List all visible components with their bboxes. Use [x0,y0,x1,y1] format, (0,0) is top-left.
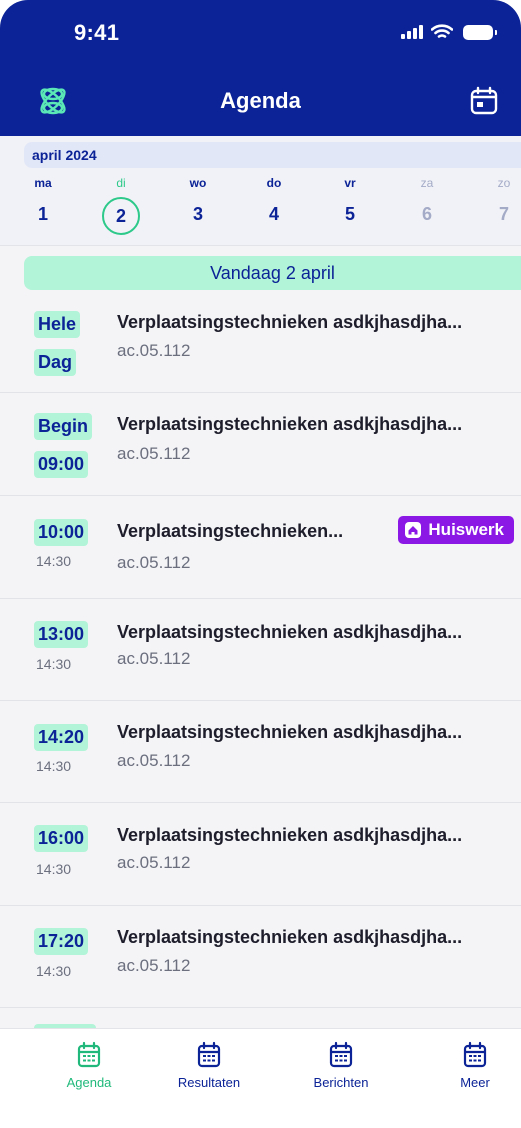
calendar-icon[interactable] [469,86,499,116]
tab-berichten[interactable]: Berichten [286,1041,396,1090]
day-date: 1 [37,204,48,224]
event-start-time: Begin [34,413,93,440]
day-name: do [266,176,282,190]
event-row[interactable] [0,496,521,599]
event-row[interactable] [0,905,521,1008]
calendar-icon [77,1041,101,1068]
day-za[interactable]: za 6 [402,176,452,225]
calendar-icon [197,1041,221,1068]
day-date: 7 [498,204,509,224]
event-title: Verplaatsingstechnieken asdkjhasdjha... [117,622,463,642]
event-title: Verplaatsingstechnieken asdkjhasdjha... [117,312,463,332]
day-name: za [420,176,434,190]
event-end-time: 14:30 [36,758,72,774]
status-time: 9:41 [74,20,120,45]
event-room: ac.05.112 [117,956,191,975]
calendar-icon [463,1041,487,1068]
event-start-time: 13:00 [34,621,89,648]
event-start-time: 14:20 [34,724,89,751]
battery-icon [463,24,497,40]
day-do[interactable]: do 4 [249,176,299,225]
day-di[interactable]: di 2 [96,176,146,235]
tab-meer[interactable]: Meer [420,1041,521,1090]
day-name: zo [497,176,511,190]
event-start-time: 17:20 [34,928,89,955]
event-row[interactable] [0,598,521,701]
homework-badge-label: Huiswerk [428,520,504,539]
day-date: 5 [344,204,355,224]
tab-label: Agenda [66,1075,112,1090]
calendar-icon [329,1041,353,1068]
event-room: ac.05.112 [117,649,191,668]
event-end-time: 14:30 [36,963,72,979]
app-screen: 9:41 Agenda april 2024 ma 1 di 2 wo 3 do… [0,0,521,1128]
event-title: Verplaatsingstechnieken asdkjhasdjha... [117,825,463,845]
event-title: Verplaatsingstechnieken asdkjhasdjha... [117,414,463,434]
bottom-tab-bar: Agenda Resultaten Berichten Meer [0,1028,521,1128]
status-icons [401,24,497,40]
day-name: ma [34,176,52,190]
event-room: ac.05.112 [117,444,191,463]
month-bar: april 2024 [24,142,521,168]
day-name: vr [344,176,356,190]
event-start-time: Hele [34,311,81,338]
event-start-time: 10:00 [34,519,89,546]
day-wo[interactable]: wo 3 [173,176,223,225]
event-room: ac.05.112 [117,751,191,770]
event-title: Verplaatsingstechnieken asdkjhasdjha... [117,927,463,947]
day-vr[interactable]: vr 5 [325,176,375,225]
week-strip: april 2024 ma 1 di 2 wo 3 do 4 vr 5 za 6… [0,136,521,246]
event-room: ac.05.112 [117,853,191,872]
tab-resultaten[interactable]: Resultaten [154,1041,264,1090]
homework-badge[interactable]: Huiswerk [398,516,514,544]
today-banner: Vandaag 2 april [24,256,521,290]
event-room: ac.05.112 [117,341,191,360]
event-title: Verplaatsingstechnieken... [117,521,344,541]
event-start-time: 16:00 [34,825,89,852]
tab-label: Berichten [313,1075,369,1090]
event-room: ac.05.112 [117,553,191,572]
day-name: di [116,176,126,190]
wifi-icon [431,24,453,38]
tab-label: Resultaten [177,1075,241,1090]
event-row[interactable] [0,803,521,906]
signal-icon [401,25,423,39]
event-row[interactable] [0,290,521,393]
event-row[interactable] [0,393,521,496]
day-date: 3 [192,204,203,224]
event-end-time: 14:30 [36,861,72,877]
event-end-time: 09:00 [34,451,89,478]
day-zo[interactable]: zo 7 [479,176,521,225]
event-end-time: 14:30 [36,553,72,569]
event-end-time: Dag [34,349,77,376]
day-name: wo [189,176,207,190]
event-row[interactable] [0,700,521,803]
tab-label: Meer [460,1075,490,1090]
tab-agenda[interactable]: Agenda [34,1041,144,1090]
day-date-selected: 2 [102,197,140,235]
month-label: april 2024 [32,147,97,163]
day-date: 6 [421,204,432,224]
page-title: Agenda [220,88,301,113]
day-ma[interactable]: ma 1 [18,176,68,225]
home-icon [405,522,422,538]
day-date: 4 [268,204,279,224]
event-title: Verplaatsingstechnieken asdkjhasdjha... [117,722,463,742]
app-header: 9:41 Agenda [0,0,521,136]
event-end-time: 14:30 [36,656,72,672]
